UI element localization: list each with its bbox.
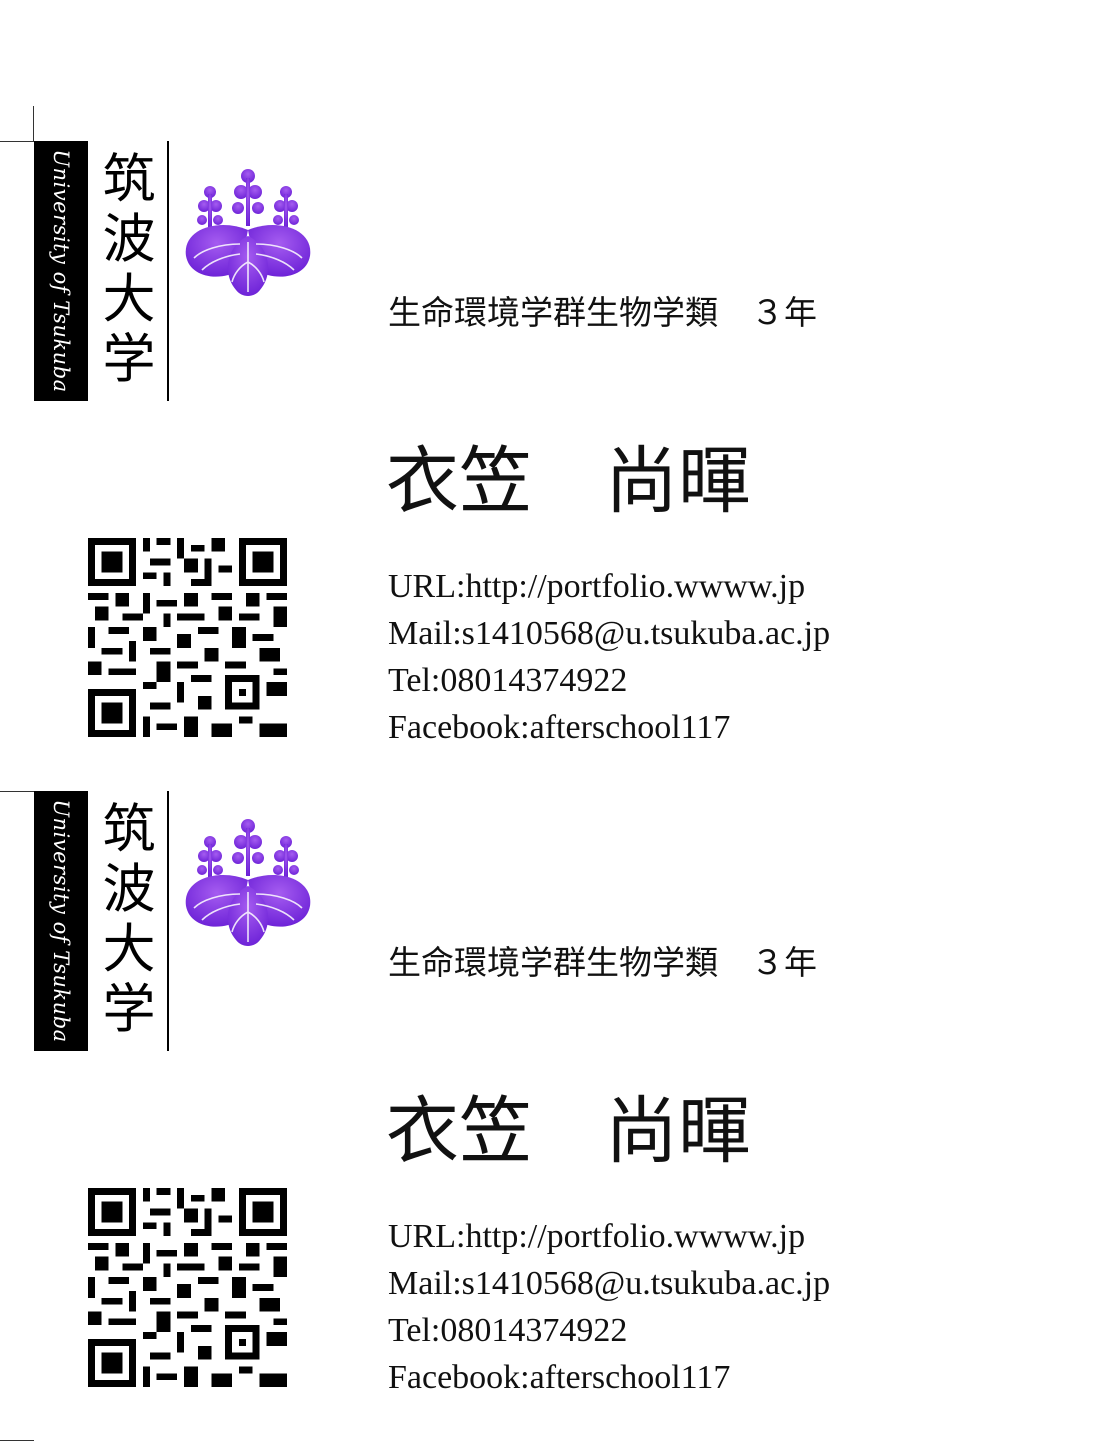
logo-english-text: University of Tsukuba	[49, 799, 73, 1043]
paulownia-crest-icon	[184, 168, 312, 297]
logo-kanji-text: 筑波大学	[102, 149, 156, 390]
business-card: University of Tsukuba 筑波大学 生命環境学群生物学類 ３年…	[0, 0, 1105, 746]
facebook-text: Facebook:afterschool117	[388, 1359, 731, 1396]
crop-mark	[0, 791, 34, 792]
business-card: University of Tsukuba 筑波大学 生命環境学群生物学類 ３年…	[0, 650, 1105, 1441]
logo-kanji-text: 筑波大学	[102, 799, 156, 1040]
logo-divider	[167, 791, 169, 1051]
person-name: 衣笠 尚暉	[386, 439, 751, 524]
url-text: URL:http://portfolio.wwww.jp	[388, 568, 806, 605]
contact-info: URL:http://portfolio.wwww.jp Mail:s14105…	[388, 1213, 830, 1401]
affiliation-text: 生命環境学群生物学類 ３年	[388, 943, 817, 982]
paulownia-crest-icon	[184, 818, 312, 947]
crop-mark	[33, 106, 34, 141]
crop-mark	[0, 141, 34, 142]
logo-divider	[167, 141, 169, 401]
mail-text: Mail:s1410568@u.tsukuba.ac.jp	[388, 1265, 831, 1302]
affiliation-text: 生命環境学群生物学類 ３年	[388, 293, 817, 332]
person-name: 衣笠 尚暉	[386, 1089, 751, 1174]
url-text: URL:http://portfolio.wwww.jp	[388, 1218, 806, 1255]
tel-text: Tel:08014374922	[388, 1312, 628, 1349]
logo-english-band: University of Tsukuba	[34, 791, 88, 1051]
logo-english-text: University of Tsukuba	[49, 149, 73, 393]
qr-code-icon	[88, 1188, 287, 1387]
logo-english-band: University of Tsukuba	[34, 141, 88, 401]
